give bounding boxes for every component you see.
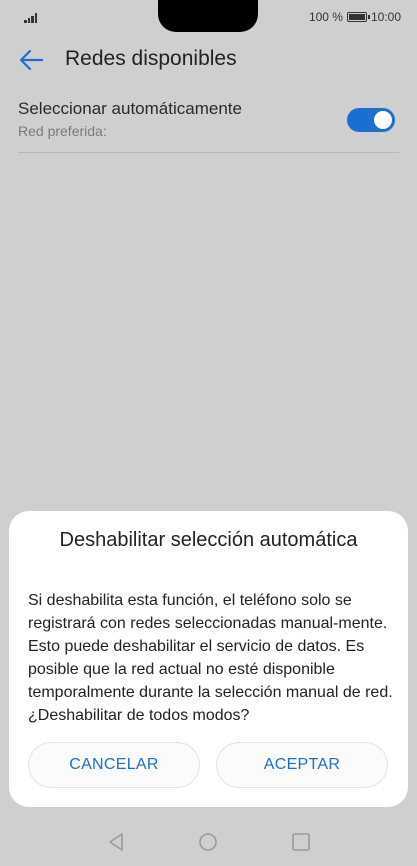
nav-back-icon[interactable] [106, 832, 126, 852]
app-header: Redes disponibles [0, 34, 417, 86]
page-title: Redes disponibles [65, 47, 237, 70]
clock: 10:00 [370, 10, 401, 24]
cancel-button[interactable]: CANCELAR [28, 742, 200, 788]
nav-home-icon[interactable] [198, 832, 218, 852]
signal-icon [24, 11, 40, 23]
setting-title: Seleccionar automáticamente [18, 99, 242, 118]
arrow-left-icon [19, 49, 44, 71]
status-right: 100 % 10:00 [309, 9, 401, 25]
back-button[interactable] [16, 46, 48, 74]
battery-percent: 100 % [308, 10, 343, 24]
accept-button[interactable]: ACEPTAR [216, 742, 388, 788]
camera-notch [158, 0, 258, 32]
status-bar: 100 % 10:00 [0, 0, 417, 34]
toggle-knob [374, 111, 392, 129]
confirm-dialog: Deshabilitar selección automática Si des… [9, 511, 408, 807]
navigation-bar [0, 818, 417, 866]
setting-subtitle: Red preferida: [18, 123, 107, 139]
dialog-title: Deshabilitar selección automática [59, 529, 358, 551]
dialog-message: Si deshabilita esta función, el teléfono… [28, 592, 393, 724]
nav-recent-icon[interactable] [291, 832, 311, 852]
auto-select-row[interactable]: Seleccionar automáticamente Red preferid… [18, 96, 399, 153]
auto-select-toggle[interactable] [347, 108, 395, 132]
battery-icon [346, 12, 370, 22]
